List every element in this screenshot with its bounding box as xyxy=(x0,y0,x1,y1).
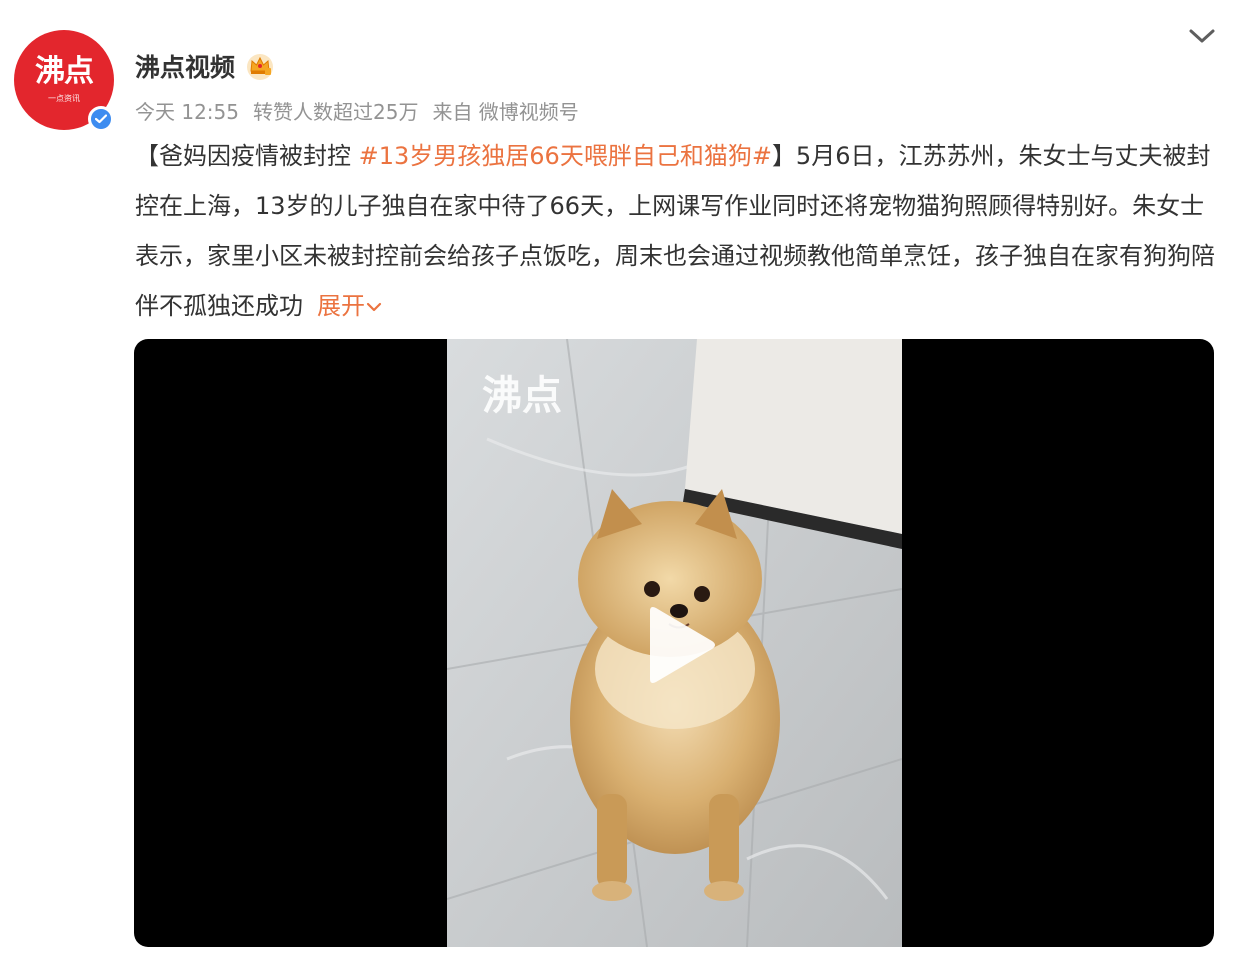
post-meta: 今天 12:55 转赞人数超过25万 来自 微博视频号 xyxy=(135,96,579,125)
post-source[interactable]: 来自 微博视频号 xyxy=(432,96,578,125)
post-time[interactable]: 今天 12:55 xyxy=(135,96,239,125)
chevron-down-icon[interactable] xyxy=(1186,24,1218,48)
member-crown-icon[interactable] xyxy=(245,51,275,81)
post-text: 【爸妈因疫情被封控 #13岁男孩独居66天喂胖自己和猫狗#】5月6日，江苏苏州，… xyxy=(135,131,1215,331)
expand-label: 展开 xyxy=(317,292,365,320)
repost-count: 转赞人数超过25万 xyxy=(253,100,419,124)
video-player[interactable]: 沸点 xyxy=(134,339,1214,947)
account-name-row: 沸点视频 xyxy=(135,48,275,84)
expand-button[interactable]: 展开 xyxy=(317,292,383,320)
expand-chevron-icon xyxy=(366,302,382,312)
account-name[interactable]: 沸点视频 xyxy=(135,48,235,84)
play-icon[interactable] xyxy=(642,605,718,685)
avatar-tagline: 一点资讯 xyxy=(48,93,80,103)
topic-link[interactable]: #13岁男孩独居66天喂胖自己和猫狗# xyxy=(359,142,772,170)
avatar-logo: 沸点 xyxy=(35,53,94,89)
video-watermark: 沸点 xyxy=(482,374,562,418)
post-prefix: 【爸妈因疫情被封控 xyxy=(135,142,359,170)
weibo-post-card: 沸点 一点资讯 沸点视频 今天 12:55 转赞人数超过25万 来自 微博视频号 xyxy=(0,0,1244,978)
verified-check-icon xyxy=(88,106,114,132)
